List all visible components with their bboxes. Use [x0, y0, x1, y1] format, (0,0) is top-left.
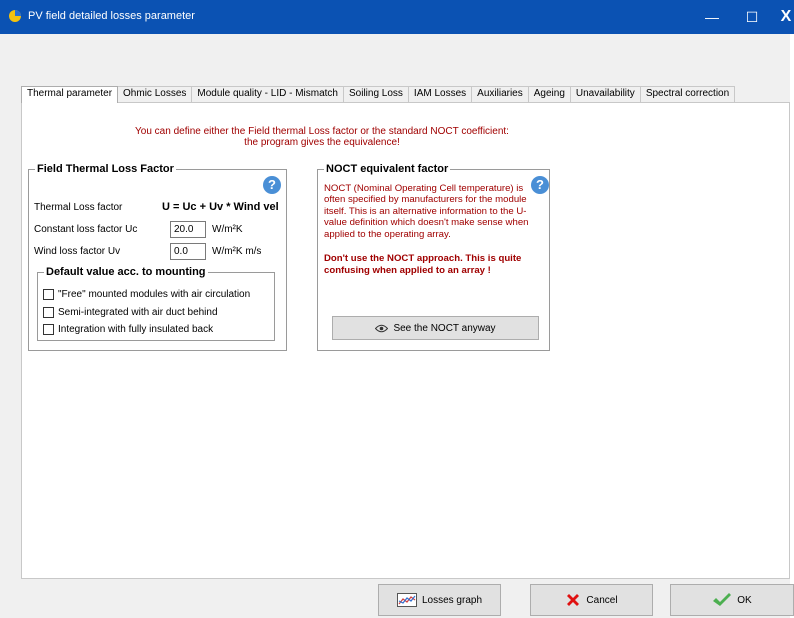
mounting-group: Default value acc. to mounting "Free" mo… [37, 266, 275, 341]
cancel-label: Cancel [586, 594, 618, 606]
mounting-option-semi-integrated[interactable]: Semi-integrated with air duct behind [43, 307, 218, 318]
field-thermal-loss-title: Field Thermal Loss Factor [35, 163, 176, 175]
noct-description: NOCT (Nominal Operating Cell temperature… [324, 183, 529, 240]
intro-message: You can define either the Field thermal … [22, 126, 622, 148]
intro-line-2: the program gives the equivalence! [244, 137, 400, 148]
noct-warning: Don't use the NOCT approach. This is qui… [324, 253, 522, 276]
cancel-x-icon [565, 592, 581, 608]
eye-icon [375, 324, 389, 333]
tab-thermal-parameter[interactable]: Thermal parameter [21, 86, 119, 103]
tab-auxiliaries[interactable]: Auxiliaries [471, 86, 529, 102]
maximize-button[interactable]: ☐ [732, 0, 772, 34]
help-icon[interactable]: ? [263, 176, 281, 194]
app-logo-icon [9, 10, 21, 22]
tab-module-quality[interactable]: Module quality - LID - Mismatch [191, 86, 344, 102]
close-button[interactable]: X [776, 0, 794, 34]
ok-button[interactable]: OK [670, 584, 794, 616]
losses-graph-button[interactable]: Losses graph [378, 584, 501, 616]
uc-unit: W/m²K [212, 224, 243, 235]
ok-label: OK [737, 594, 752, 606]
checkmark-icon [712, 592, 732, 608]
minimize-button[interactable]: — [692, 0, 732, 34]
tab-iam-losses[interactable]: IAM Losses [407, 86, 473, 102]
tab-soiling-loss[interactable]: Soiling Loss [343, 86, 409, 102]
mounting-option-label: Integration with fully insulated back [58, 324, 214, 335]
wind-loss-factor-label: Wind loss factor Uv [34, 246, 121, 257]
thermal-loss-formula: U = Uc + Uv * Wind vel [162, 201, 279, 213]
losses-graph-label: Losses graph [421, 594, 483, 606]
mounting-title: Default value acc. to mounting [44, 266, 208, 278]
thermal-parameter-panel: You can define either the Field thermal … [21, 102, 790, 579]
tab-unavailability[interactable]: Unavailability [569, 86, 641, 102]
uv-input[interactable] [170, 243, 206, 260]
tab-strip: Thermal parameter Ohmic Losses Module qu… [21, 86, 736, 103]
uv-unit: W/m²K m/s [212, 246, 262, 257]
checkbox[interactable] [43, 324, 54, 335]
tab-spectral-correction[interactable]: Spectral correction [639, 86, 736, 102]
chart-icon [396, 593, 417, 607]
see-noct-label: See the NOCT anyway [393, 322, 496, 334]
noct-group: NOCT equivalent factor ? NOCT (Nominal O… [317, 163, 550, 351]
see-noct-button[interactable]: See the NOCT anyway [332, 316, 539, 340]
field-thermal-loss-group: Field Thermal Loss Factor ? Thermal Loss… [28, 163, 287, 351]
checkbox[interactable] [43, 289, 54, 300]
mounting-option-insulated[interactable]: Integration with fully insulated back [43, 324, 213, 335]
title-bar: PV field detailed losses parameter — ☐ X [0, 0, 794, 34]
intro-line-1: You can define either the Field thermal … [135, 126, 509, 137]
thermal-loss-factor-label: Thermal Loss factor [34, 202, 123, 213]
cancel-button[interactable]: Cancel [530, 584, 653, 616]
window-edge [790, 34, 794, 618]
mounting-option-free[interactable]: "Free" mounted modules with air circulat… [43, 289, 250, 300]
mounting-option-label: "Free" mounted modules with air circulat… [58, 289, 251, 300]
tab-ohmic-losses[interactable]: Ohmic Losses [117, 86, 193, 102]
mounting-option-label: Semi-integrated with air duct behind [58, 307, 218, 318]
tab-ageing[interactable]: Ageing [527, 86, 571, 102]
uc-input[interactable] [170, 221, 206, 238]
constant-loss-factor-label: Constant loss factor Uc [34, 224, 138, 235]
noct-title: NOCT equivalent factor [324, 163, 451, 175]
checkbox[interactable] [43, 307, 54, 318]
window-title: PV field detailed losses parameter [28, 10, 195, 22]
